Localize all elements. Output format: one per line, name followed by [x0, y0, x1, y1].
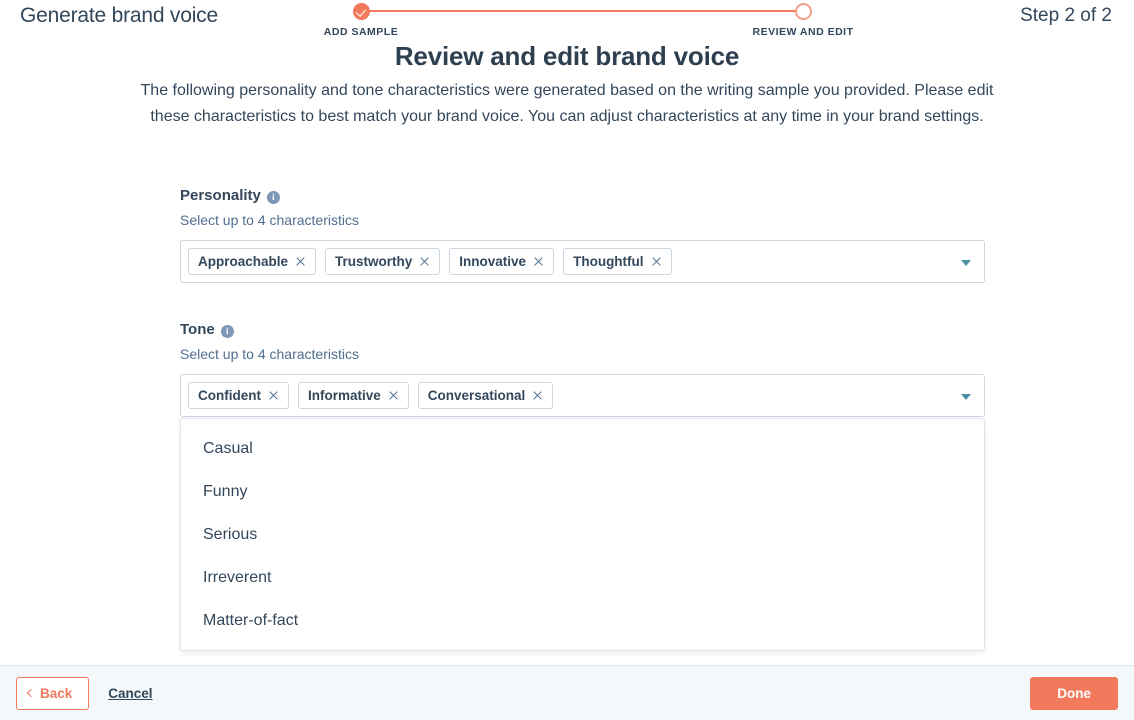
- personality-multiselect[interactable]: Approachable Trustworthy Innovative Thou…: [180, 240, 985, 283]
- tag-chip[interactable]: Confident: [188, 382, 289, 409]
- close-icon[interactable]: [295, 256, 306, 267]
- wizard-title: Generate brand voice: [20, 4, 218, 27]
- tag-label: Conversational: [427, 388, 526, 403]
- info-icon[interactable]: i: [220, 324, 234, 338]
- close-icon[interactable]: [533, 256, 544, 267]
- step-counter: Step 2 of 2: [1020, 5, 1112, 26]
- chevron-down-icon[interactable]: [961, 393, 971, 400]
- personality-help-text: Select up to 4 characteristics: [180, 212, 359, 228]
- tone-multiselect[interactable]: Confident Informative Conversational: [180, 374, 985, 417]
- back-button[interactable]: Back: [16, 676, 90, 710]
- stepper-step-review-and-edit[interactable]: REVIEW AND EDIT: [743, 0, 863, 38]
- stepper-step-add-sample[interactable]: ADD SAMPLE: [301, 0, 421, 38]
- tone-dropdown-menu: Casual Funny Serious Irreverent Matter-o…: [180, 418, 985, 651]
- tag-chip[interactable]: Conversational: [417, 382, 554, 409]
- stepper-step-label: REVIEW AND EDIT: [752, 26, 854, 38]
- tone-label: Tone i: [180, 320, 985, 340]
- check-circle-icon: [352, 3, 370, 20]
- page-description: The following personality and tone chara…: [140, 82, 994, 125]
- stepper-track: [361, 10, 801, 12]
- close-icon[interactable]: [268, 390, 279, 401]
- empty-circle-icon: [794, 3, 812, 20]
- chevron-left-icon: [26, 688, 36, 698]
- close-icon[interactable]: [388, 390, 399, 401]
- close-icon[interactable]: [651, 256, 662, 267]
- cancel-button[interactable]: Cancel: [108, 686, 152, 701]
- dropdown-option-casual[interactable]: Casual: [181, 427, 984, 470]
- tag-label: Approachable: [198, 254, 289, 269]
- tag-label: Informative: [308, 388, 381, 403]
- personality-tag-list: Approachable Trustworthy Innovative Thou…: [188, 248, 672, 275]
- dropdown-option-irreverent[interactable]: Irreverent: [181, 556, 984, 599]
- dropdown-option-matter-of-fact[interactable]: Matter-of-fact: [181, 599, 984, 642]
- tag-label: Confident: [198, 388, 261, 403]
- tag-chip[interactable]: Innovative: [449, 248, 555, 275]
- tag-label: Innovative: [459, 254, 527, 269]
- personality-field: Personality i Select up to 4 characteris…: [180, 186, 985, 283]
- field-spacer: [180, 283, 985, 320]
- tag-chip[interactable]: Approachable: [188, 248, 317, 275]
- tag-chip[interactable]: Thoughtful: [563, 248, 672, 275]
- dropdown-option-serious[interactable]: Serious: [181, 513, 984, 556]
- dropdown-option-funny[interactable]: Funny: [181, 470, 984, 513]
- tone-tag-list: Confident Informative Conversational: [188, 382, 554, 409]
- wizard-footer: Back Cancel Done: [0, 665, 1134, 720]
- brand-voice-form: Personality i Select up to 4 characteris…: [180, 186, 985, 651]
- personality-label-text: Personality: [180, 187, 261, 204]
- back-button-label: Back: [40, 685, 73, 701]
- done-button[interactable]: Done: [1030, 676, 1118, 710]
- info-icon[interactable]: i: [266, 190, 280, 204]
- close-icon[interactable]: [532, 390, 543, 401]
- wizard-stepper: ADD SAMPLE REVIEW AND EDIT: [324, 0, 853, 40]
- tone-field: Tone i Select up to 4 characteristics Co…: [180, 320, 985, 651]
- wizard-header: Generate brand voice ADD SAMPLE REVIEW A…: [0, 0, 1134, 46]
- page-title: Review and edit brand voice: [394, 41, 740, 71]
- close-icon[interactable]: [419, 256, 430, 267]
- tone-label-text: Tone: [180, 321, 215, 338]
- personality-label: Personality i: [180, 186, 985, 206]
- chevron-down-icon[interactable]: [961, 259, 971, 266]
- tag-chip[interactable]: Informative: [298, 382, 409, 409]
- tag-chip[interactable]: Trustworthy: [325, 248, 441, 275]
- tone-help-text: Select up to 4 characteristics: [180, 346, 359, 362]
- stepper-step-label: ADD SAMPLE: [323, 26, 399, 38]
- tag-label: Trustworthy: [335, 254, 413, 269]
- tag-label: Thoughtful: [573, 254, 644, 269]
